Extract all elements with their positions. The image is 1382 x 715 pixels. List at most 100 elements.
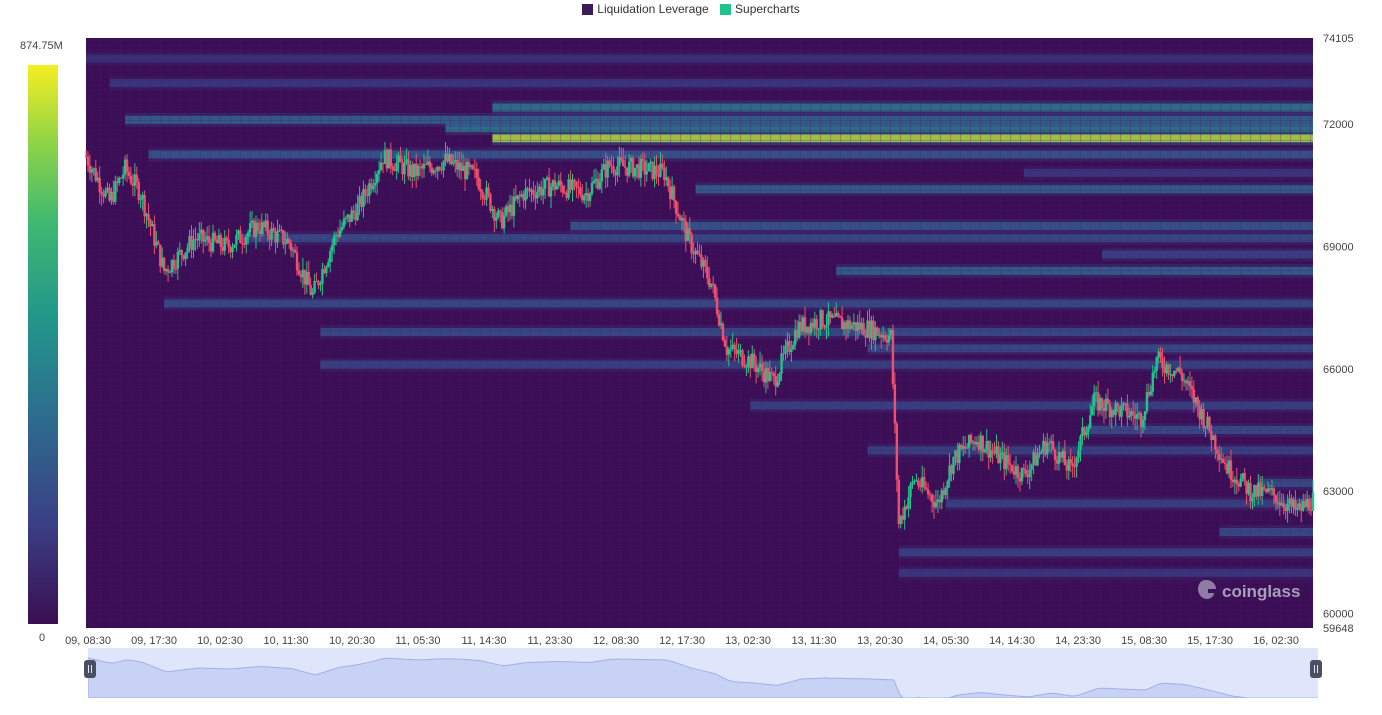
candle-body: [1024, 469, 1027, 475]
candle-body: [821, 310, 824, 327]
candle-body: [399, 155, 402, 163]
navigator-right-handle[interactable]: [1310, 660, 1322, 678]
candle-body: [1126, 403, 1129, 418]
candle-body: [248, 223, 252, 233]
candle-body: [327, 262, 330, 267]
candle-body: [391, 166, 394, 170]
candle-body: [121, 174, 125, 178]
candle-body: [342, 218, 346, 228]
candle-body: [1028, 469, 1031, 478]
candle-body: [1272, 488, 1276, 496]
candle-body: [356, 203, 359, 221]
candle-body: [1167, 364, 1170, 375]
candle-body: [891, 329, 895, 385]
candle-body: [612, 166, 615, 173]
candle-body: [838, 316, 842, 318]
candle-body: [1030, 464, 1033, 470]
candle-body: [1071, 463, 1074, 466]
candle-body: [1038, 453, 1041, 456]
candle-body: [311, 292, 314, 295]
candle-body: [926, 489, 930, 495]
candle-body: [837, 312, 840, 317]
candle-body: [532, 189, 535, 195]
x-tick-label: 11, 05:30: [395, 635, 440, 647]
candle-body: [1161, 358, 1164, 369]
navigator-left-handle[interactable]: [84, 660, 96, 678]
candle-body: [233, 244, 236, 248]
candle-body: [344, 217, 348, 219]
x-tick-label: 10, 20:30: [329, 635, 375, 647]
candle-body: [616, 166, 619, 176]
candle-body: [1307, 498, 1311, 510]
candle-body: [502, 215, 506, 229]
candle-body: [1085, 431, 1088, 436]
candle-body: [772, 373, 775, 377]
candle-body: [256, 222, 260, 231]
candle-body: [1204, 426, 1207, 428]
candle-body: [944, 487, 947, 495]
candle-body: [592, 180, 596, 183]
candle-body: [203, 239, 207, 242]
candle-body: [624, 166, 627, 168]
candle-body: [721, 323, 725, 341]
candle-body: [289, 243, 293, 251]
candle-body: [887, 335, 891, 343]
candle-body: [999, 454, 1002, 464]
candle-body: [438, 166, 441, 170]
liquidation-heatmap-chart[interactable]: coinglass 74105 72000 69000 66000 63000 60000…: [0, 0, 1382, 648]
candle-body: [895, 423, 899, 480]
candle-body: [1282, 503, 1285, 508]
candle-body: [991, 450, 994, 452]
candle-body: [713, 284, 717, 298]
candle-body: [1274, 495, 1278, 504]
candle-body: [129, 175, 133, 184]
candle-body: [1089, 415, 1092, 428]
candle-body: [1229, 460, 1233, 480]
candle-body: [1180, 372, 1184, 381]
x-tick-label: 09, 08:30: [65, 635, 111, 647]
y-tick-label: 66000: [1323, 364, 1354, 376]
candle-body: [676, 213, 680, 217]
candle-body: [1251, 497, 1254, 502]
candle-body: [377, 170, 381, 174]
candle-body: [389, 149, 392, 167]
candle-body: [1091, 406, 1094, 416]
candle-body: [608, 160, 611, 166]
candle-body: [1143, 411, 1147, 420]
candle-body: [698, 253, 701, 256]
candle-body: [1262, 487, 1266, 489]
candle-body: [489, 194, 492, 211]
candle-body: [192, 240, 195, 251]
y-axis: 74105 72000 69000 66000 63000 60000 59648: [1323, 33, 1354, 635]
candle-body: [166, 269, 170, 273]
candle-body: [213, 232, 217, 240]
y-tick-label: 69000: [1323, 241, 1354, 253]
candle-body: [246, 232, 250, 237]
candle-body: [442, 161, 445, 171]
candle-body: [1007, 455, 1010, 464]
candle-body: [688, 228, 691, 235]
y-tick-label: 72000: [1323, 119, 1354, 131]
candle-body: [1132, 411, 1135, 415]
time-navigator[interactable]: [88, 648, 1318, 698]
candle-body: [147, 213, 150, 221]
candle-body: [1190, 386, 1194, 390]
candle-body: [622, 159, 625, 167]
candle-body: [1075, 457, 1078, 467]
candle-body: [135, 174, 138, 183]
candle-body: [239, 230, 242, 244]
candle-body: [706, 266, 709, 279]
candle-body: [588, 193, 592, 201]
candle-body: [1087, 427, 1090, 432]
x-tick-label: 12, 17:30: [659, 635, 705, 647]
candle-body: [172, 260, 176, 269]
candle-body: [340, 227, 344, 231]
candle-body: [276, 230, 279, 243]
candle-body: [512, 196, 516, 216]
candle-body: [471, 165, 475, 169]
candle-body: [946, 480, 949, 488]
candle-body: [180, 250, 183, 256]
candle-body: [753, 353, 756, 365]
candle-body: [319, 283, 322, 286]
candle-body: [727, 349, 731, 355]
